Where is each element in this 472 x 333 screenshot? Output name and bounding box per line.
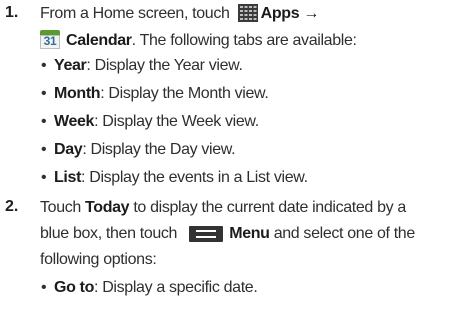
tab-name: List bbox=[54, 169, 82, 186]
option-item-go-to: • Go to: Display a specific date. bbox=[41, 278, 258, 298]
step-1-number: 1. bbox=[5, 4, 19, 21]
tab-item-day: • Day: Display the Day view. bbox=[41, 140, 236, 160]
step-1-intro-suffix: . The following tabs are available: bbox=[131, 32, 357, 49]
tab-name: Year bbox=[54, 57, 87, 74]
step-2-number: 2. bbox=[5, 198, 19, 215]
step-2-line-1: Touch Today to display the current date … bbox=[40, 198, 406, 218]
bullet: • bbox=[41, 113, 47, 130]
tab-item-list: • List: Display the events in a List view… bbox=[41, 168, 308, 188]
tab-description: : Display the Day view. bbox=[82, 141, 236, 158]
tab-description: : Display the Week view. bbox=[94, 113, 259, 130]
tab-description: : Display the Year view. bbox=[86, 57, 243, 74]
step-2-line-2: blue box, then touch Menu and select one… bbox=[40, 224, 415, 244]
tab-item-month: • Month: Display the Month view. bbox=[41, 84, 269, 104]
calendar-label: Calendar bbox=[66, 32, 132, 49]
bullet: • bbox=[41, 85, 47, 102]
bullet: • bbox=[41, 279, 47, 296]
bullet: • bbox=[41, 169, 47, 186]
step-2-line-3: following options: bbox=[40, 251, 157, 268]
tab-name: Week bbox=[54, 113, 95, 130]
tab-name: Day bbox=[54, 141, 83, 158]
step-1-intro-line: From a Home screen, touch Apps → bbox=[40, 4, 319, 24]
calendar-icon: 31 bbox=[40, 30, 60, 49]
tab-description: : Display the events in a List view. bbox=[81, 169, 308, 186]
bullet: • bbox=[41, 57, 47, 74]
option-description: : Display a specific date. bbox=[94, 279, 258, 296]
manual-page: 1. From a Home screen, touch Apps → 31 C… bbox=[0, 0, 472, 333]
menu-label: Menu bbox=[229, 225, 270, 242]
calendar-icon-day: 31 bbox=[43, 34, 57, 48]
step-2-line-1-prefix: Touch bbox=[40, 199, 86, 216]
step-1-calendar-line: 31 Calendar. The following tabs are avai… bbox=[40, 30, 357, 51]
apps-grid-icon bbox=[237, 4, 258, 22]
step-2-line-2-suffix: and select one of the bbox=[269, 225, 416, 242]
tab-name: Month bbox=[54, 85, 101, 102]
apps-label: Apps → bbox=[260, 5, 320, 22]
step-2-line-1-suffix: to display the current date indicated by… bbox=[129, 199, 406, 216]
tab-description: : Display the Month view. bbox=[100, 85, 269, 102]
option-name: Go to bbox=[54, 279, 95, 296]
tab-item-week: • Week: Display the Week view. bbox=[41, 112, 259, 132]
menu-icon bbox=[189, 226, 224, 242]
tab-item-year: • Year: Display the Year view. bbox=[41, 56, 243, 76]
today-label: Today bbox=[85, 199, 130, 216]
step-2-line-2-prefix: blue box, then touch bbox=[40, 225, 182, 242]
step-1-intro-prefix: From a Home screen, touch bbox=[40, 5, 234, 22]
bullet: • bbox=[41, 141, 47, 158]
